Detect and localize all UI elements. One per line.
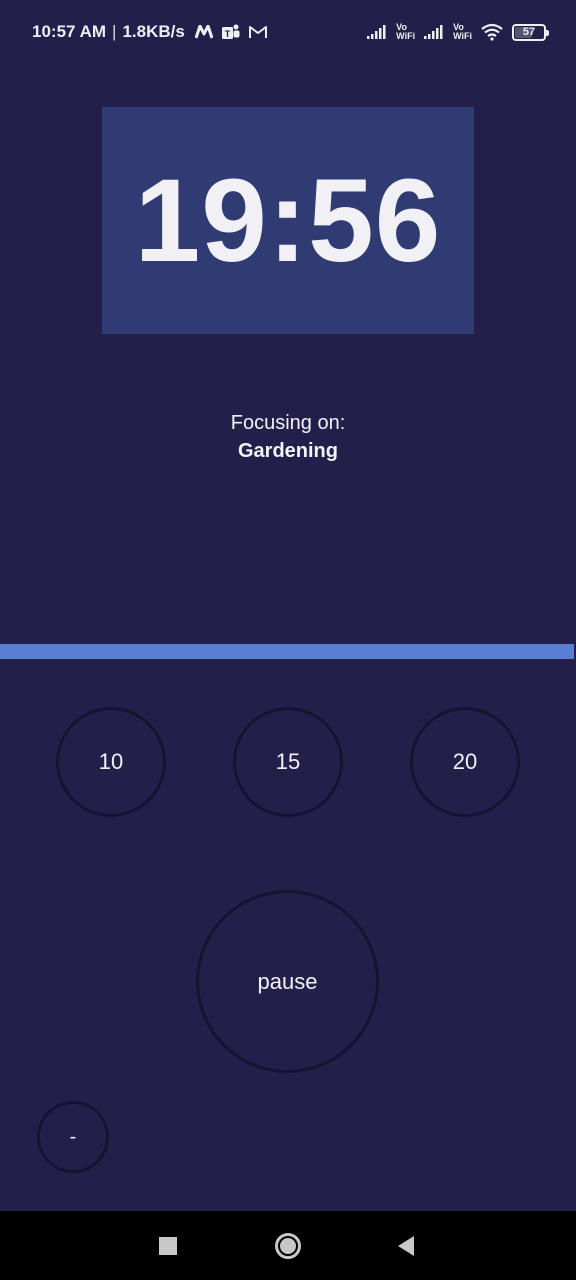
preset-10-button[interactable]: 10 [56,707,166,817]
gmail-icon [248,26,267,38]
preset-20-button[interactable]: 20 [410,707,520,817]
vowifi-1: Vo WiFi [396,23,415,41]
progress-fill [0,644,575,659]
vowifi-1-bottom: WiFi [396,31,416,41]
status-left: 10:57 AM | 1.8KB/s T [32,20,267,44]
signal-icon-2 [424,25,443,39]
home-button[interactable] [248,1211,328,1280]
signal-icon [367,25,386,39]
recents-icon [159,1236,177,1255]
navigation-bar [0,1211,576,1280]
timer-screen: 10:57 AM | 1.8KB/s T Vo WiFi Vo WiFi 57 … [0,0,576,1280]
focus-label: Focusing on: [230,412,346,434]
network-speed: 1.8KB/s [122,22,185,41]
back-button[interactable] [366,1211,446,1280]
pause-button[interactable]: pause [196,890,379,1073]
preset-15-button[interactable]: 15 [233,707,343,817]
timer-text: 19:56 [134,154,442,287]
teams-icon: T [221,24,240,39]
battery-icon: 57 [512,23,549,41]
svg-text:T: T [225,29,231,39]
status-time: 10:57 AM [32,22,107,41]
wifi-icon [481,23,503,41]
vowifi-2-bottom: WiFi [453,31,472,41]
progress-bar [0,644,576,659]
timer-display: 19:56 [102,107,474,334]
minus-button[interactable]: - [37,1101,109,1173]
status-bar: 10:57 AM | 1.8KB/s T Vo WiFi Vo WiFi 57 [0,0,576,64]
focus-task: Gardening [237,440,338,462]
recents-button[interactable] [128,1211,208,1280]
myntra-icon [194,25,213,39]
focus-block: Focusing on: Gardening [0,410,576,466]
status-right: Vo WiFi Vo WiFi 57 [366,20,549,44]
vowifi-2: Vo WiFi [453,23,472,41]
back-icon [398,1235,414,1256]
notification-icons: T [194,23,267,41]
status-separator: | [112,22,117,41]
home-icon [275,1232,301,1259]
battery-fill [515,26,533,38]
